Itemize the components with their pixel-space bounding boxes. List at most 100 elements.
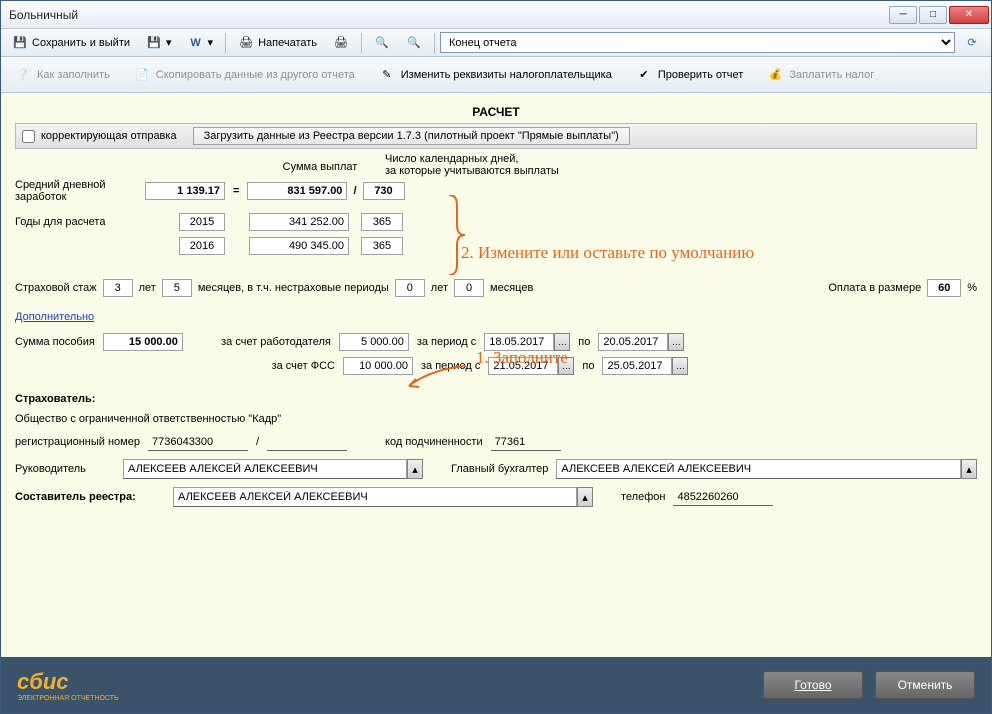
ns-months-input[interactable] xyxy=(454,279,484,297)
head-dropdown[interactable]: ▴ xyxy=(407,459,423,479)
save-button[interactable]: 💾▾ xyxy=(139,32,179,54)
avg-value-input[interactable] xyxy=(145,182,225,200)
emp-to-input[interactable] xyxy=(598,333,668,351)
reg-slash: / xyxy=(256,436,259,448)
copy-data-label: Скопировать данные из другого отчета xyxy=(156,69,355,81)
zoom-out-button[interactable]: 🔍 xyxy=(399,32,429,54)
acc-label: Главный бухгалтер xyxy=(451,463,548,475)
emp-from-lbl: за период с xyxy=(417,336,476,348)
sub-label: код подчиненности xyxy=(385,436,483,448)
year1-sum-input[interactable] xyxy=(249,213,349,231)
pay-pct-input[interactable] xyxy=(927,279,961,297)
ns-months-lbl: месяцев xyxy=(490,282,533,294)
corrective-label: корректирующая отправка xyxy=(41,130,177,142)
comp-input[interactable] xyxy=(173,487,577,507)
insurer-org: Общество с ограниченной ответственностью… xyxy=(15,413,281,425)
total-days-input[interactable] xyxy=(363,182,405,200)
refresh-icon: ⟳ xyxy=(964,35,980,51)
word-button[interactable]: W▾ xyxy=(181,32,221,54)
logo: сбис xyxy=(17,669,69,694)
zoom-in-button[interactable]: 🔍 xyxy=(367,32,397,54)
header-sum: Сумма выплат xyxy=(265,161,375,173)
print-settings-button[interactable]: 🖨 xyxy=(326,32,356,54)
save-exit-button[interactable]: 💾 Сохранить и выйти xyxy=(5,32,137,54)
corrective-checkbox-input[interactable] xyxy=(22,130,35,143)
fss-to-input[interactable] xyxy=(602,357,672,375)
help-icon: ❔ xyxy=(15,67,31,83)
copy-data-button[interactable]: 📄 Скопировать данные из другого отчета xyxy=(126,61,363,89)
print-button[interactable]: 🖨 Напечатать xyxy=(231,32,324,54)
nav-select[interactable]: Конец отчета xyxy=(440,32,955,53)
fss-label: за счет ФСС xyxy=(195,360,335,372)
toolbar-secondary: ❔ Как заполнить 📄 Скопировать данные из … xyxy=(1,57,991,93)
staj-label: Страховой стаж xyxy=(15,282,97,294)
edit-icon: ✎ xyxy=(379,67,395,83)
divide-sign: / xyxy=(353,185,356,197)
fss-to-picker[interactable]: … xyxy=(672,357,688,375)
word-icon: W xyxy=(188,35,204,51)
pay-tax-label: Заплатить налог xyxy=(789,69,874,81)
check-icon: ✔ xyxy=(636,67,652,83)
ns-years-lbl: лет xyxy=(431,282,448,294)
arrow-icon xyxy=(401,361,471,391)
how-fill-label: Как заполнить xyxy=(37,69,110,81)
emp-to-lbl: по xyxy=(578,336,590,348)
fss-to-lbl: по xyxy=(582,360,594,372)
minimize-button[interactable]: ─ xyxy=(889,6,917,24)
reg-ext-input[interactable] xyxy=(267,433,347,451)
footer: сбис ЭЛЕКТРОННАЯ ОТЧЕТНОСТЬ Готово Отмен… xyxy=(1,657,991,713)
insurer-title: Страхователь: xyxy=(15,393,95,405)
top-control-bar: корректирующая отправка Загрузить данные… xyxy=(15,123,977,149)
total-sum-input[interactable] xyxy=(247,182,347,200)
sub-code-input[interactable] xyxy=(491,433,561,451)
comp-label: Составитель реестра: xyxy=(15,491,165,503)
extra-link[interactable]: Дополнительно xyxy=(15,311,94,323)
emp-to-picker[interactable]: … xyxy=(668,333,684,351)
content-area: РАСЧЕТ корректирующая отправка Загрузить… xyxy=(1,93,991,657)
logo-subtitle: ЭЛЕКТРОННАЯ ОТЧЕТНОСТЬ xyxy=(17,695,119,702)
emp-label: за счет работодателя xyxy=(191,336,331,348)
header-days: Число календарных дней, за которые учиты… xyxy=(385,153,605,177)
annotation-2: 2. Измените или оставьте по умолчанию xyxy=(461,243,754,263)
head-label: Руководитель xyxy=(15,463,115,475)
emp-sum-input[interactable] xyxy=(339,333,409,351)
ready-button[interactable]: Готово xyxy=(763,671,863,699)
comp-dropdown[interactable]: ▴ xyxy=(577,487,593,507)
equals-sign: = xyxy=(233,185,239,197)
staj-years-input[interactable] xyxy=(103,279,133,297)
year2-days-input[interactable] xyxy=(361,237,403,255)
save-exit-label: Сохранить и выйти xyxy=(32,37,130,49)
year2-sum-input[interactable] xyxy=(249,237,349,255)
year1-days-input[interactable] xyxy=(361,213,403,231)
years-label: Годы для расчета xyxy=(15,216,145,228)
close-button[interactable]: ✕ xyxy=(949,6,989,24)
printer-gear-icon: 🖨 xyxy=(333,35,349,51)
acc-dropdown[interactable]: ▴ xyxy=(961,459,977,479)
head-input[interactable] xyxy=(123,459,407,479)
year1-input[interactable] xyxy=(179,213,225,231)
titlebar: Больничный ─ □ ✕ xyxy=(1,1,991,29)
check-report-button[interactable]: ✔ Проверить отчет xyxy=(628,61,752,89)
staj-months-lbl: месяцев, в т.ч. нестраховые периоды xyxy=(198,282,389,294)
reg-label: регистрационный номер xyxy=(15,436,140,448)
year2-input[interactable] xyxy=(179,237,225,255)
corrective-checkbox[interactable]: корректирующая отправка xyxy=(22,130,177,143)
reg-no-input[interactable] xyxy=(148,433,248,451)
copy-icon: 📄 xyxy=(134,67,150,83)
benefit-sum-input[interactable] xyxy=(103,333,183,351)
window-title: Больничный xyxy=(9,8,889,22)
ns-years-input[interactable] xyxy=(395,279,425,297)
print-label: Напечатать xyxy=(258,37,317,49)
how-fill-button[interactable]: ❔ Как заполнить xyxy=(7,61,118,89)
staj-years-lbl: лет xyxy=(139,282,156,294)
change-req-button[interactable]: ✎ Изменить реквизиты налогоплательщика xyxy=(371,61,620,89)
tel-input[interactable] xyxy=(673,488,773,506)
pay-tax-button[interactable]: 💰 Заплатить налог xyxy=(759,61,882,89)
refresh-button[interactable]: ⟳ xyxy=(957,32,987,54)
acc-input[interactable] xyxy=(556,459,961,479)
benefit-sum-label: Сумма пособия xyxy=(15,336,95,348)
load-registry-button[interactable]: Загрузить данные из Реестра версии 1.7.3… xyxy=(193,127,630,145)
cancel-button[interactable]: Отменить xyxy=(875,671,975,699)
staj-months-input[interactable] xyxy=(162,279,192,297)
maximize-button[interactable]: □ xyxy=(919,6,947,24)
